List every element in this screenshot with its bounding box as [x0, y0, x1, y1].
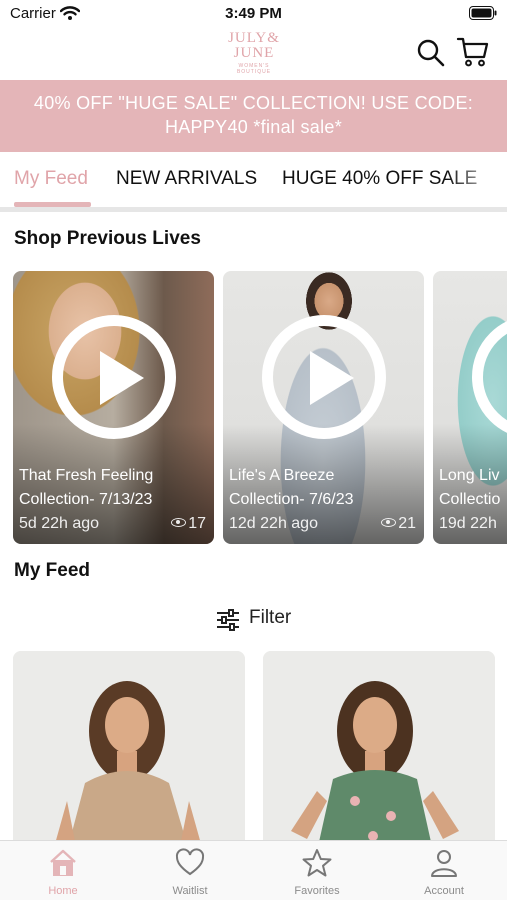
my-feed-title: My Feed: [14, 560, 91, 581]
live-views: 17: [171, 515, 206, 533]
nav-label: Waitlist: [172, 885, 208, 897]
nav-home[interactable]: Home: [0, 841, 126, 900]
live-time-ago: 19d 22h: [439, 515, 497, 532]
live-card[interactable]: Long Liv Collectio 19d 22h: [433, 271, 507, 544]
search-icon[interactable]: [416, 38, 446, 68]
live-card[interactable]: That Fresh Feeling Collection- 7/13/23 5…: [13, 271, 214, 544]
previous-lives-title: Shop Previous Lives: [14, 228, 201, 249]
tab-my-feed[interactable]: My Feed: [14, 168, 88, 190]
promo-line1: 40% OFF "HUGE SALE" COLLECTION! USE CODE…: [33, 93, 474, 113]
play-icon[interactable]: [262, 315, 386, 439]
play-icon[interactable]: [52, 315, 176, 439]
battery-icon: [469, 6, 497, 25]
nav-label: Favorites: [294, 885, 340, 897]
nav-label: Account: [424, 885, 464, 897]
logo-line1: JULY&: [228, 30, 280, 46]
eye-icon: [171, 518, 187, 527]
status-bar: Carrier 3:49 PM: [0, 0, 507, 28]
home-icon: [50, 849, 76, 876]
tab-new-arrivals[interactable]: NEW ARRIVALS: [116, 168, 257, 190]
logo-line2: JUNE: [233, 45, 275, 61]
live-title: Life's A Breeze Collection- 7/6/23: [229, 467, 354, 508]
person-icon: [431, 850, 457, 877]
live-time-ago: 5d 22h ago: [19, 515, 100, 532]
live-time-ago: 12d 22h ago: [229, 515, 318, 532]
nav-account[interactable]: Account: [381, 841, 507, 900]
tabs-fade: [447, 152, 507, 208]
feed-tabs: My Feed NEW ARRIVALS HUGE 40% OFF SALE: [0, 152, 507, 208]
app-header: JULY& JUNE WOMEN'S BOUTIQUE: [0, 28, 507, 80]
nav-favorites[interactable]: Favorites: [254, 841, 380, 900]
filter-icon: [217, 609, 239, 631]
product-image: [263, 651, 495, 851]
clock: 3:49 PM: [225, 5, 282, 22]
nav-label: Home: [48, 885, 78, 897]
brand-logo[interactable]: JULY& JUNE WOMEN'S BOUTIQUE: [222, 30, 286, 76]
promo-banner[interactable]: 40% OFF "HUGE SALE" COLLECTION! USE CODE…: [0, 80, 507, 152]
live-card[interactable]: Life's A Breeze Collection- 7/6/23 12d 2…: [223, 271, 424, 544]
product-card[interactable]: [263, 651, 495, 851]
product-image: [13, 651, 245, 851]
promo-line2: HAPPY40 *final sale*: [164, 117, 343, 137]
heart-icon: [175, 848, 205, 876]
nav-waitlist[interactable]: Waitlist: [127, 841, 253, 900]
eye-icon: [381, 518, 397, 527]
product-card[interactable]: [13, 651, 245, 851]
bottom-tab-bar: Home Waitlist Favorites Account: [0, 840, 507, 900]
logo-tagline: WOMEN'S BOUTIQUE: [236, 63, 272, 75]
tabs-divider: [0, 207, 507, 212]
live-title: That Fresh Feeling Collection- 7/13/23: [19, 467, 154, 508]
live-title: Long Liv Collectio: [439, 467, 501, 508]
previous-lives-carousel[interactable]: That Fresh Feeling Collection- 7/13/23 5…: [0, 271, 507, 545]
live-views: 21: [381, 515, 416, 533]
cart-icon[interactable]: [456, 36, 490, 68]
filter-label: Filter: [249, 607, 292, 628]
star-icon: [302, 849, 332, 877]
